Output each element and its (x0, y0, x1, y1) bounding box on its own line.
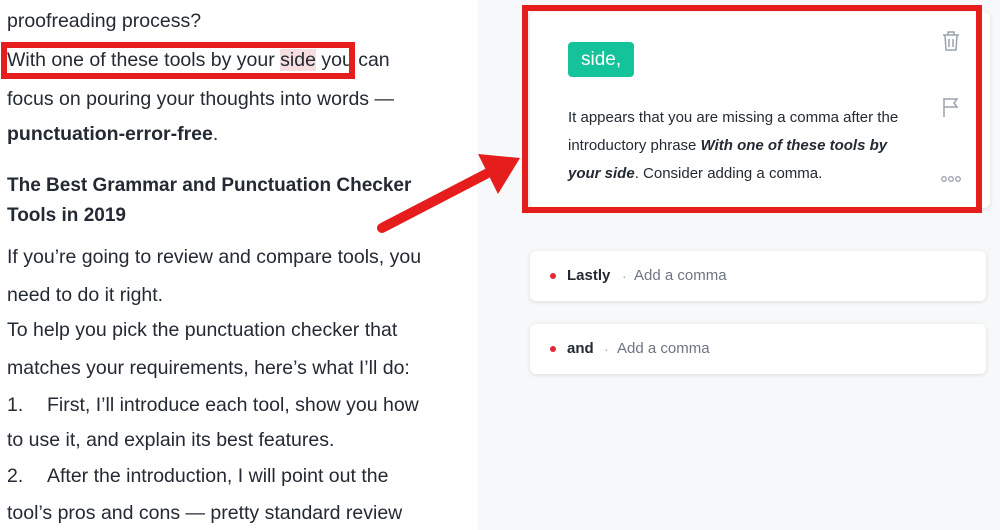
text-line: matches your requirements, here’s what I… (7, 357, 410, 379)
separator-dot: · (604, 341, 609, 357)
more-icon[interactable] (940, 170, 962, 188)
text-line: To help you pick the punctuation checker… (7, 319, 398, 341)
list-text: First, I’ll introduce each tool, show yo… (47, 394, 419, 416)
alert-dot (550, 346, 556, 352)
bold-text: punctuation-error-free (7, 123, 213, 145)
text-line: focus on pouring your thoughts into word… (7, 88, 394, 110)
document-editor[interactable]: proofreading process? With one of these … (0, 0, 478, 530)
text-line: punctuation-error-free. (7, 121, 218, 147)
alert-action: Add a comma (634, 267, 727, 284)
text-line: to use it, and explain its best features… (7, 429, 335, 451)
section-heading: The Best Grammar and Punctuation Checker (7, 175, 412, 196)
separator-dot: · (622, 268, 627, 284)
trash-icon[interactable] (940, 29, 962, 58)
text-line: proofreading process? (7, 10, 202, 32)
text-segment: you can (315, 49, 390, 71)
annotation-arrow (377, 154, 520, 233)
list-item: 1. First, I’ll introduce each tool, show … (7, 392, 419, 418)
alert-action: Add a comma (617, 340, 710, 357)
text-line: need to do it right. (7, 284, 164, 306)
alert-card-and[interactable]: and · Add a comma (530, 324, 986, 374)
text-line-with-error: With one of these tools by your side you… (7, 47, 390, 73)
list-item: 2. After the introduction, I will point o… (7, 463, 388, 489)
alert-word: and (567, 340, 594, 357)
text-line: tool’s pros and cons — pretty standard r… (7, 502, 403, 524)
list-text: After the introduction, I will point out… (47, 465, 389, 487)
alert-card-lastly[interactable]: Lastly · Add a comma (530, 251, 986, 301)
error-highlight-side[interactable]: side (280, 49, 316, 71)
text-line: If you’re going to review and compare to… (7, 246, 422, 268)
suggestion-chip[interactable]: side, (568, 42, 635, 77)
text-segment: . (212, 123, 219, 145)
section-heading: Tools in 2019 (7, 205, 126, 226)
alert-word: Lastly (567, 267, 611, 284)
suggestion-explanation: It appears that you are missing a comma … (568, 104, 918, 188)
explanation-text: . Consider adding a comma. (634, 165, 823, 182)
flag-icon[interactable] (941, 96, 961, 123)
list-number: 2. (7, 465, 24, 487)
list-number: 1. (7, 394, 24, 416)
alert-dot (550, 273, 556, 279)
suggestion-card[interactable]: side, It appears that you are missing a … (530, 12, 990, 208)
text-segment: With one of these tools by your (7, 49, 281, 71)
